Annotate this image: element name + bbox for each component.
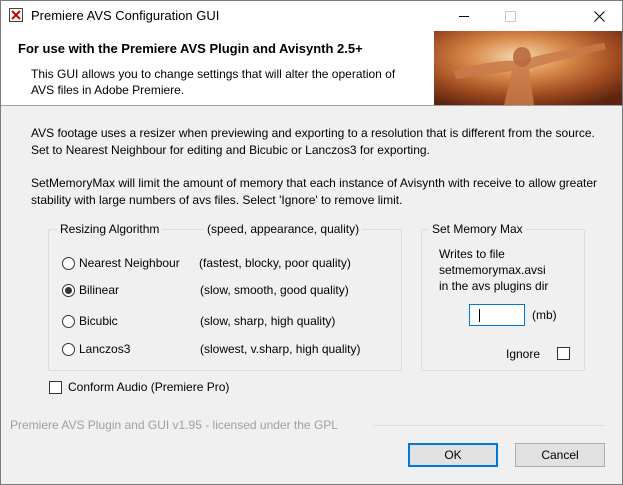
resizing-legend-hint: (speed, appearance, quality) (204, 221, 363, 237)
radio-label: Nearest Neighbour (79, 256, 180, 270)
set-memory-max-group: Set Memory Max Writes to file setmemorym… (421, 221, 585, 371)
minimize-icon (459, 15, 469, 17)
radio-label: Bicubic (79, 314, 118, 328)
memory-text-line: in the avs plugins dir (439, 279, 549, 293)
maximize-icon (504, 10, 516, 22)
radio-bilinear[interactable]: Bilinear (62, 281, 119, 299)
app-icon (9, 8, 23, 22)
radio-nearest-neighbour[interactable]: Nearest Neighbour (62, 254, 180, 272)
header-photo (434, 31, 622, 105)
memory-legend: Set Memory Max (429, 221, 526, 237)
footer-divider (373, 425, 605, 426)
close-button[interactable] (576, 1, 622, 31)
ok-button-label: OK (444, 448, 462, 462)
cancel-button[interactable]: Cancel (515, 443, 605, 467)
maximize-button[interactable] (487, 1, 533, 31)
radio-label: Bilinear (79, 283, 120, 297)
radio-description: (slowest, v.sharp, high quality) (200, 342, 361, 356)
close-icon (593, 10, 605, 22)
resizing-legend: Resizing Algorithm (57, 221, 163, 237)
resizing-algorithm-group: Resizing Algorithm (speed, appearance, q… (48, 221, 402, 371)
memory-text-line: setmemorymax.avsi (439, 263, 546, 277)
radio-button[interactable] (62, 256, 75, 270)
header-banner: For use with the Premiere AVS Plugin and… (1, 31, 622, 106)
radio-description: (slow, smooth, good quality) (200, 283, 349, 297)
radio-button[interactable] (62, 283, 75, 297)
radio-lanczos3[interactable]: Lanczos3 (62, 340, 130, 358)
header-title: For use with the Premiere AVS Plugin and… (18, 41, 363, 56)
radio-button[interactable] (62, 314, 75, 328)
ignore-label: Ignore (506, 347, 541, 361)
config-window: Premiere AVS Configuration GUI For use w… (0, 0, 623, 485)
memory-text-line: Writes to file (439, 247, 505, 261)
memory-unit-label: (mb) (532, 308, 557, 322)
radio-bicubic[interactable]: Bicubic (62, 312, 118, 330)
memory-max-input[interactable] (469, 304, 525, 326)
radio-button[interactable] (62, 342, 75, 356)
radio-description: (slow, sharp, high quality) (200, 314, 336, 328)
memory-info-text: SetMemoryMax will limit the amount of me… (31, 176, 598, 207)
footer-version-text: Premiere AVS Plugin and GUI v1.95 - lice… (10, 418, 338, 432)
resizer-info-text: AVS footage uses a resizer when previewi… (31, 126, 595, 157)
minimize-button[interactable] (441, 1, 487, 31)
memory-description: Writes to file setmemorymax.avsi in the … (439, 246, 579, 294)
text-caret (479, 309, 480, 322)
ok-button[interactable]: OK (408, 443, 498, 467)
cancel-button-label: Cancel (541, 448, 579, 462)
window-title: Premiere AVS Configuration GUI (31, 8, 220, 23)
conform-audio-label[interactable]: Conform Audio (Premiere Pro) (68, 380, 229, 394)
header-description: This GUI allows you to change settings t… (31, 67, 396, 97)
title-bar[interactable]: Premiere AVS Configuration GUI (1, 1, 622, 31)
radio-label: Lanczos3 (79, 342, 131, 356)
ignore-checkbox[interactable] (557, 347, 570, 360)
radio-description: (fastest, blocky, poor quality) (199, 256, 351, 270)
conform-audio-checkbox[interactable] (49, 381, 62, 394)
